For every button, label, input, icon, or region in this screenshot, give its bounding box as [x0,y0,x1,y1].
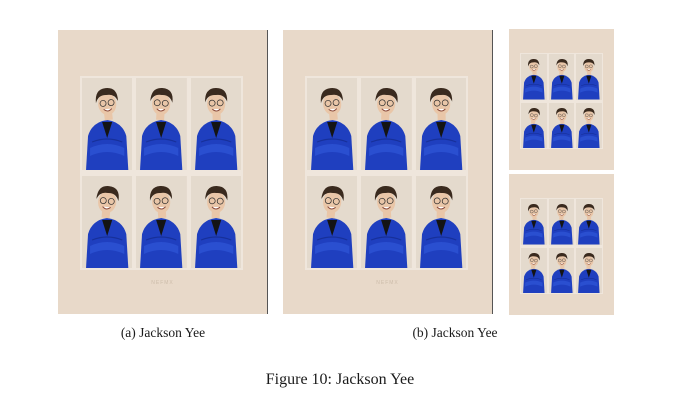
photo-grid [305,76,468,270]
photo-grid [520,198,603,294]
figure-panel-b-thumbnail-bottom [509,174,614,315]
portrait-photo [548,247,575,293]
portrait-photo [361,78,412,170]
figure-panel-b-thumbnail-top [509,29,614,170]
portrait-photo [361,176,412,268]
watermark-text: NEFMX [376,280,399,286]
portrait-photo [136,78,187,170]
portrait-photo [136,176,187,268]
portrait-photo [521,247,547,293]
figure-panel-b: NEFMX [283,30,493,314]
portrait-photo [576,54,602,100]
portrait-photo [576,199,602,245]
portrait-photo [307,176,358,268]
portrait-photo [82,176,133,268]
portrait-photo [576,102,602,148]
portrait-photo [576,247,602,293]
portrait-photo [521,54,547,100]
figure-panel-a: NEFMX [58,30,268,314]
portrait-photo [82,78,133,170]
portrait-photo [415,78,466,170]
photo-grid [520,53,603,149]
portrait-photo [521,199,547,245]
subfigure-caption-b: (b) Jackson Yee [412,325,498,340]
portrait-photo [521,102,547,148]
subfigure-caption-a: (a) Jackson Yee [120,325,206,340]
figure-caption: Figure 10: Jackson Yee [265,371,415,388]
portrait-photo [548,54,575,100]
portrait-photo [548,199,575,245]
photo-grid [80,76,243,270]
portrait-photo [190,78,241,170]
watermark-text: NEFMX [151,280,174,286]
portrait-photo [190,176,241,268]
portrait-photo [548,102,575,148]
portrait-photo [307,78,358,170]
portrait-photo [415,176,466,268]
